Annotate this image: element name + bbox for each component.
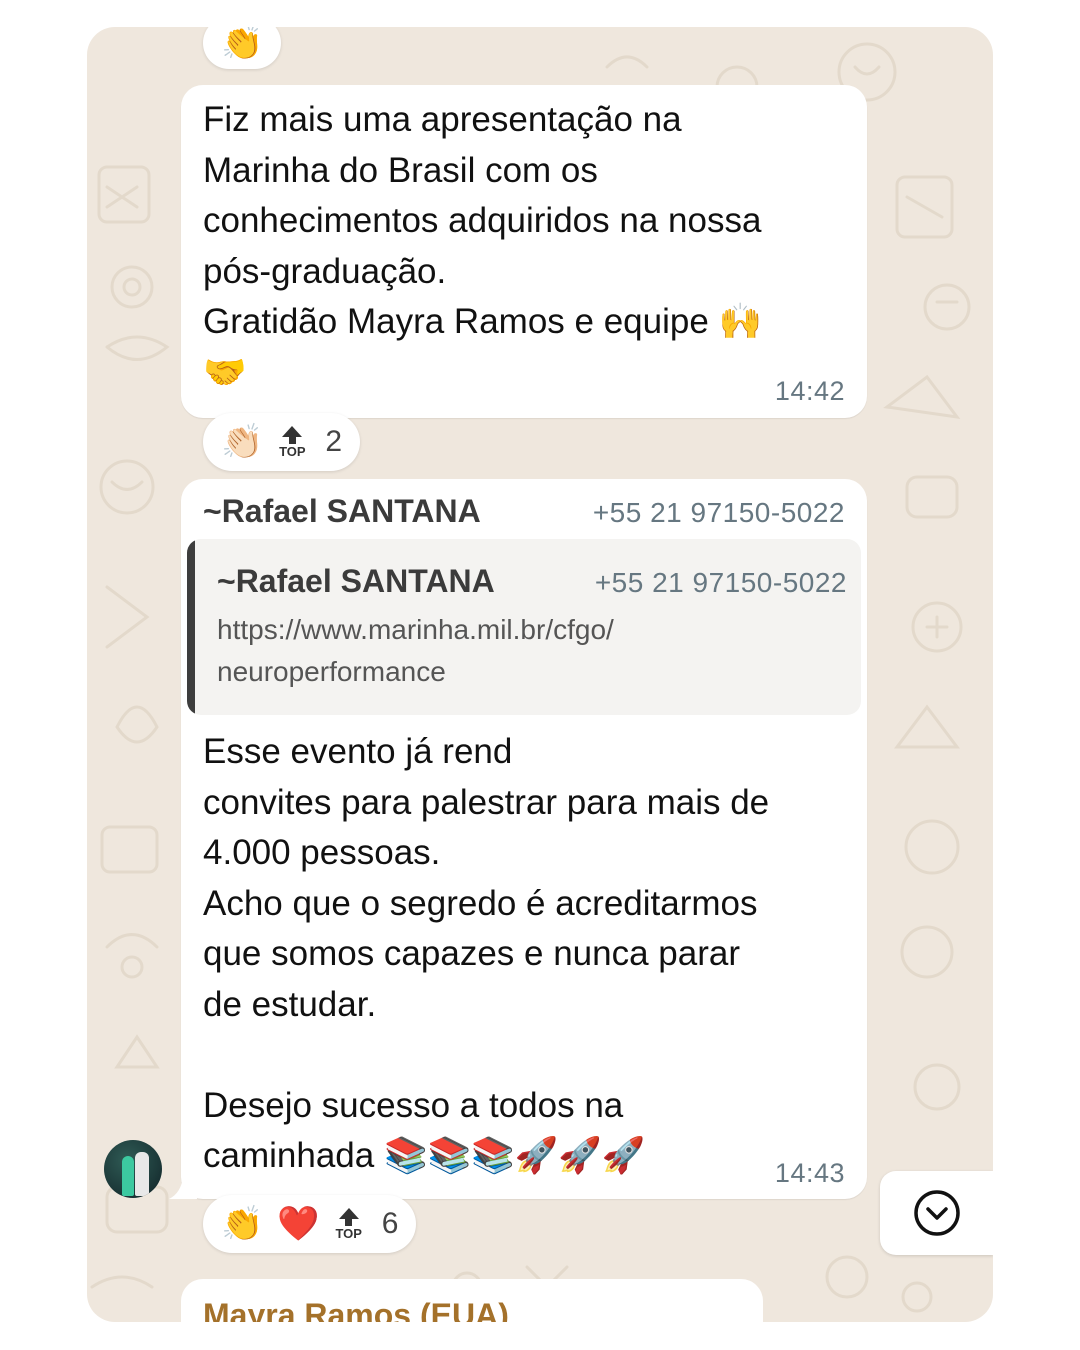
quoted-sender-name: ~Rafael SANTANA: [217, 563, 495, 599]
reaction-pill-2[interactable]: 👏 ❤️ TOP 6: [203, 1195, 417, 1253]
quoted-text: https://www.marinha.mil.br/cfgo/ neurope…: [217, 614, 614, 687]
message-time: 14:43: [774, 1158, 845, 1188]
scroll-to-bottom-button[interactable]: [880, 1171, 993, 1255]
top-arrow-icon: TOP: [277, 425, 307, 459]
red-heart-emoji: ❤️: [277, 1205, 320, 1243]
message-bubble-2[interactable]: ~Rafael SANTANA +55 21 97150-5022 ~Rafae…: [181, 479, 867, 1199]
quote-bar: [187, 539, 195, 715]
message-text: Esse evento já rend convites para palest…: [203, 732, 770, 1175]
bubble-tail: [169, 1177, 197, 1199]
quoted-sender-phone: +55 21 97150-5022: [594, 567, 847, 598]
clapping-hands-emoji: 👏: [221, 1205, 264, 1243]
chat-background: 👏 Fiz mais uma apresentação na Marinha d…: [87, 27, 993, 1322]
sender-name[interactable]: ~Rafael SANTANA: [203, 493, 481, 530]
reaction-count: 6: [381, 1207, 399, 1240]
clapping-hands-emoji: 👏: [221, 27, 264, 62]
message-time: 14:42: [774, 376, 845, 406]
message-bubble-3[interactable]: Mayra Ramos (EUA): [181, 1279, 763, 1322]
reaction-pill-previous[interactable]: 👏: [203, 27, 282, 69]
sender-phone: +55 21 97150-5022: [592, 497, 845, 528]
avatar[interactable]: [104, 1140, 162, 1198]
clapping-hands-emoji: 👏🏻: [221, 423, 264, 461]
top-arrow-icon: TOP: [334, 1207, 364, 1241]
sender-name[interactable]: Mayra Ramos (EUA): [203, 1297, 509, 1322]
quoted-message[interactable]: ~Rafael SANTANA +55 21 97150-5022 https:…: [187, 539, 861, 715]
reaction-pill-1[interactable]: 👏🏻 TOP 2: [203, 413, 361, 471]
reaction-count: 2: [325, 425, 343, 458]
chevron-down-circle-icon: [913, 1190, 960, 1236]
message-bubble-1[interactable]: Fiz mais uma apresentação na Marinha do …: [181, 85, 867, 418]
message-text: Fiz mais uma apresentação na Marinha do …: [203, 100, 763, 392]
